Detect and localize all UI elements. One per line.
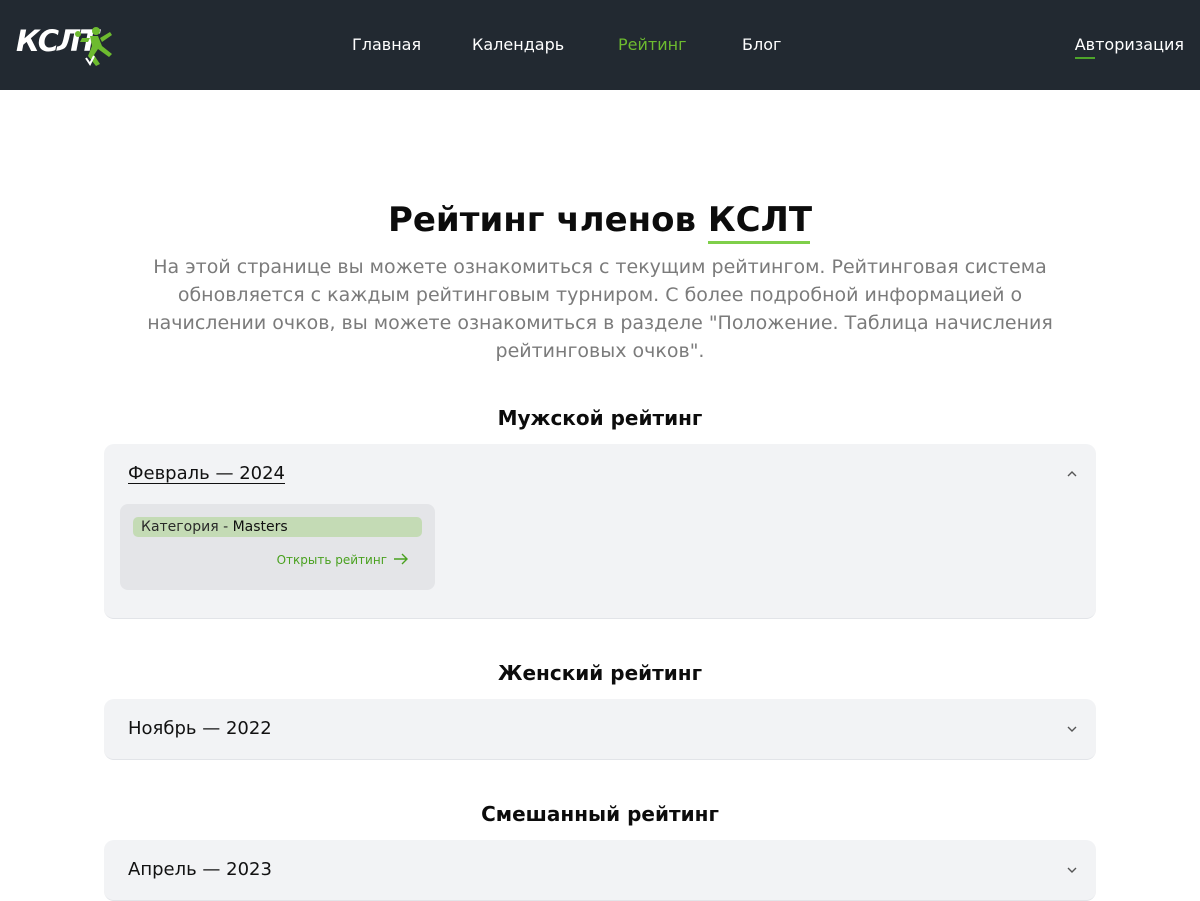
section-title-mixed: Смешанный рейтинг bbox=[481, 802, 719, 826]
tennis-player-icon bbox=[75, 27, 112, 66]
intro-text: На этой странице вы можете ознакомиться … bbox=[147, 256, 1053, 362]
arrow-right-icon bbox=[394, 553, 408, 565]
login-label: Авторизация bbox=[1074, 35, 1184, 54]
site-logo[interactable]: КСЛТ bbox=[14, 24, 118, 66]
page-title-accent: КСЛТ bbox=[707, 196, 813, 244]
section-title-men: Мужской рейтинг bbox=[497, 406, 703, 430]
accordion-women: Ноябрь — 2022 bbox=[104, 699, 1096, 760]
chevron-down-icon[interactable] bbox=[1066, 864, 1078, 876]
login-link[interactable]: Авторизация bbox=[1074, 34, 1184, 59]
title-underline bbox=[707, 241, 811, 244]
page-title-text: Рейтинг членов bbox=[387, 200, 708, 240]
chevron-up-icon[interactable] bbox=[1066, 468, 1078, 480]
site-header: КСЛТ Главная Календарь Рейтинг Блог Авто… bbox=[0, 0, 1200, 90]
accordion-header-mixed[interactable]: Апрель — 2023 bbox=[128, 840, 272, 900]
category-value: Masters bbox=[232, 519, 288, 535]
period-label: Февраль — 2024 bbox=[128, 463, 285, 484]
nav-item-calendar[interactable]: Календарь bbox=[472, 34, 564, 56]
login-underline bbox=[1074, 57, 1095, 59]
period-label: Апрель — 2023 bbox=[128, 859, 272, 880]
section-title-women: Женский рейтинг bbox=[497, 661, 703, 685]
nav-item-rating[interactable]: Рейтинг bbox=[618, 34, 686, 56]
chevron-down-icon[interactable] bbox=[1066, 723, 1078, 735]
accordion-header-men[interactable]: Февраль — 2024 bbox=[128, 444, 285, 504]
period-label: Ноябрь — 2022 bbox=[128, 718, 272, 739]
accordion-header-women[interactable]: Ноябрь — 2022 bbox=[128, 699, 272, 759]
page-title-accent-text: КСЛТ bbox=[707, 200, 813, 240]
nav-item-home[interactable]: Главная bbox=[352, 34, 421, 56]
category-prefix: Категория - bbox=[141, 519, 233, 535]
open-rating-label: Открыть рейтинг bbox=[276, 553, 387, 567]
open-rating-link[interactable]: Открыть рейтинг bbox=[277, 551, 409, 569]
nav-item-blog[interactable]: Блог bbox=[742, 34, 781, 56]
page-title: Рейтинг членов КСЛТ bbox=[0, 196, 1200, 244]
accordion-mixed: Апрель — 2023 bbox=[104, 840, 1096, 901]
accordion-men: Февраль — 2024 Категория - Masters Откры… bbox=[104, 444, 1096, 619]
rating-card: Категория - Masters Открыть рейтинг bbox=[120, 504, 435, 590]
category-badge: Категория - Masters bbox=[133, 517, 422, 537]
